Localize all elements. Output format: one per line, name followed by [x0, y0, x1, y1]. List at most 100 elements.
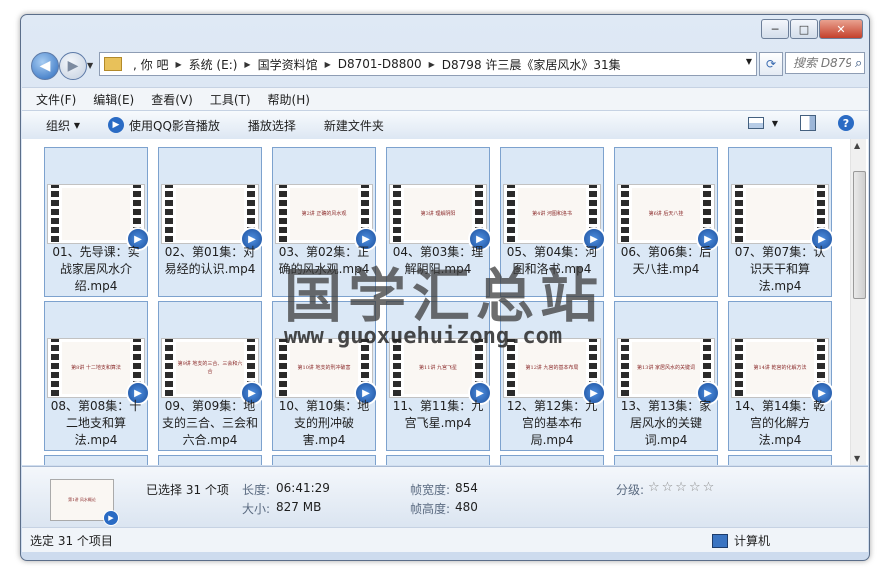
- preview-pane-icon[interactable]: [800, 115, 816, 131]
- size-label: 大小:: [242, 502, 271, 516]
- file-tile[interactable]: 第14讲 乾宫的化解方法 ▶ 14、第14集：乾宫的化解方法.mp4: [728, 301, 834, 451]
- search-icon[interactable]: ⌕: [855, 56, 862, 71]
- file-tile-partial[interactable]: [44, 455, 148, 465]
- thumbnail-text: 第3讲 理解阴阳: [420, 211, 456, 217]
- thumbnail-frame: [176, 188, 244, 240]
- file-tile[interactable]: 第10讲 地支的刑冲破害 ▶ 10、第10集：地支的刑冲破害.mp4: [272, 301, 378, 451]
- thumbnail-frame: 第10讲 地支的刑冲破害: [290, 342, 358, 394]
- file-tile[interactable]: ▶ 01、先导课：实战家居风水介绍.mp4: [44, 147, 150, 297]
- play-selection-button[interactable]: 播放选择: [248, 117, 296, 134]
- film-strip: [735, 339, 743, 397]
- search-box[interactable]: ⌕: [785, 52, 865, 74]
- file-tile-partial[interactable]: [614, 455, 718, 465]
- file-tile[interactable]: 第2讲 正确的风水观 ▶ 03、第02集：正确的风水观.mp4: [272, 147, 378, 297]
- thumbnail-text: 第14讲 乾宫的化解方法: [753, 365, 807, 371]
- thumbnail-frame: 第11讲 九宫飞星: [404, 342, 472, 394]
- film-strip: [393, 339, 401, 397]
- minimize-button[interactable]: ─: [761, 19, 789, 39]
- video-thumbnail: 第9讲 地支的三合、三会和六合 ▶: [161, 338, 264, 405]
- breadcrumb-5[interactable]: D8798 许三晨《家居风水》31集: [437, 56, 626, 73]
- file-tile-partial[interactable]: [158, 455, 262, 465]
- frame-width-label: 帧宽度:: [410, 483, 451, 497]
- breadcrumb-2[interactable]: 系统 (E:): [184, 56, 243, 73]
- film-strip: [51, 185, 59, 243]
- thumbnail-frame: 第8讲 十二地支和算法: [62, 342, 130, 394]
- frame-width-value: 854: [455, 481, 478, 495]
- refresh-button[interactable]: ⟳: [759, 52, 783, 76]
- file-tile[interactable]: 第11讲 九宫飞星 ▶ 11、第11集：九宫飞星.mp4: [386, 301, 492, 451]
- length-label: 长度:: [242, 483, 271, 497]
- change-view-icon[interactable]: [747, 117, 764, 129]
- thumbnail-text: 第9讲 地支的三合、三会和六合: [177, 361, 243, 375]
- close-button[interactable]: ✕: [819, 19, 863, 39]
- file-tile[interactable]: 第8讲 十二地支和算法 ▶ 08、第08集：十二地支和算法.mp4: [44, 301, 150, 451]
- film-strip: [507, 185, 515, 243]
- scroll-down-icon[interactable]: ▼: [854, 454, 860, 463]
- qq-player-icon: ▶: [108, 117, 124, 133]
- file-list: ▶ 01、先导课：实战家居风水介绍.mp4 ▶ 02、第01集：对易经的认识.mp4 第…: [22, 139, 868, 465]
- file-name: 05、第04集：河图和洛书.mp4: [506, 245, 598, 276]
- file-tile[interactable]: 第9讲 地支的三合、三会和六合 ▶ 09、第09集：地支的三合、三会和六合.mp4: [158, 301, 264, 451]
- search-input[interactable]: [791, 55, 853, 71]
- scroll-up-icon[interactable]: ▲: [854, 141, 860, 150]
- film-strip: [507, 339, 515, 397]
- breadcrumb-separator-icon[interactable]: ▶: [242, 60, 252, 69]
- arrow-right-icon: ▶: [67, 58, 79, 74]
- thumbnail-frame: [62, 188, 130, 240]
- film-strip: [165, 339, 173, 397]
- thumbnail-frame: 第14讲 乾宫的化解方法: [746, 342, 814, 394]
- breadcrumb-separator-icon[interactable]: ▶: [173, 60, 183, 69]
- thumbnail-text: 第1讲 风水概论: [68, 497, 96, 502]
- menu-help[interactable]: 帮助(H): [268, 91, 310, 108]
- help-icon[interactable]: ?: [838, 115, 854, 131]
- status-selection-text: 选定 31 个项目: [30, 533, 113, 548]
- file-tile-partial[interactable]: [500, 455, 604, 465]
- organize-button[interactable]: 组织 ▼: [46, 117, 80, 134]
- address-bar[interactable]: , 你 吧 ▶ 系统 (E:) ▶ 国学资料馆 ▶ D8701-D8800 ▶ …: [99, 52, 757, 76]
- vertical-scrollbar[interactable]: ▲ ▼: [850, 139, 866, 465]
- file-tile[interactable]: 第4讲 河图和洛书 ▶ 05、第04集：河图和洛书.mp4: [500, 147, 606, 297]
- thumbnail-frame: 第13讲 家居风水的关键词: [632, 342, 700, 394]
- caption-buttons: ─ □ ✕: [760, 19, 863, 39]
- menu-file[interactable]: 文件(F): [36, 91, 76, 108]
- file-tile[interactable]: ▶ 02、第01集：对易经的认识.mp4: [158, 147, 264, 297]
- view-options-dropdown-icon[interactable]: ▼: [772, 119, 778, 128]
- file-name: 09、第09集：地支的三合、三会和六合.mp4: [161, 399, 258, 447]
- thumbnail-frame: 第9讲 地支的三合、三会和六合: [176, 342, 244, 394]
- scrollbar-thumb[interactable]: [853, 171, 866, 299]
- breadcrumb-4[interactable]: D8701-D8800: [333, 57, 427, 71]
- forward-button[interactable]: ▶: [59, 52, 87, 80]
- file-tile[interactable]: 第13讲 家居风水的关键词 ▶ 13、第13集：家居风水的关键词.mp4: [614, 301, 720, 451]
- breadcrumb-3[interactable]: 国学资料馆: [253, 56, 323, 73]
- breadcrumb-1[interactable]: , 你 吧: [128, 56, 173, 73]
- file-tile-partial[interactable]: [272, 455, 376, 465]
- rating-stars[interactable]: ☆☆☆☆☆: [648, 480, 716, 495]
- computer-icon: [712, 533, 728, 548]
- video-thumbnail: 第6讲 后天八挂 ▶: [617, 184, 720, 251]
- file-name: 03、第02集：正确的风水观.mp4: [278, 245, 370, 276]
- selection-thumbnail: 第1讲 风水概论 ▶: [50, 479, 119, 526]
- size-value: 827 MB: [276, 500, 322, 514]
- frame-height-label: 帧高度:: [410, 502, 451, 516]
- file-tile[interactable]: 第3讲 理解阴阳 ▶ 04、第03集：理解阴阳.mp4: [386, 147, 492, 297]
- recent-pages-dropdown[interactable]: ▼: [87, 61, 93, 70]
- video-thumbnail: ▶: [47, 184, 150, 251]
- file-tile[interactable]: 第12讲 九宫的基本布局 ▶ 12、第12集：九宫的基本布局.mp4: [500, 301, 606, 451]
- file-name: 04、第03集：理解阴阳.mp4: [392, 245, 484, 276]
- menu-edit[interactable]: 编辑(E): [93, 91, 134, 108]
- file-tile-partial[interactable]: [386, 455, 490, 465]
- play-with-qq-button[interactable]: ▶ 使用QQ影音播放: [108, 117, 220, 134]
- maximize-button[interactable]: □: [790, 19, 818, 39]
- file-name: 01、先导课：实战家居风水介绍.mp4: [52, 245, 140, 293]
- breadcrumb-separator-icon[interactable]: ▶: [427, 60, 437, 69]
- file-tile-partial[interactable]: [728, 455, 832, 465]
- file-tile[interactable]: 第6讲 后天八挂 ▶ 06、第06集：后天八挂.mp4: [614, 147, 720, 297]
- menu-tools[interactable]: 工具(T): [210, 91, 251, 108]
- address-dropdown-icon[interactable]: ▼: [746, 57, 752, 66]
- menu-view[interactable]: 查看(V): [151, 91, 193, 108]
- breadcrumb-separator-icon[interactable]: ▶: [323, 60, 333, 69]
- file-tile[interactable]: ▶ 07、第07集：认识天干和算法.mp4: [728, 147, 834, 297]
- back-button[interactable]: ◀: [31, 52, 59, 80]
- new-folder-button[interactable]: 新建文件夹: [324, 117, 384, 134]
- file-name: 10、第10集：地支的刑冲破害.mp4: [278, 399, 370, 447]
